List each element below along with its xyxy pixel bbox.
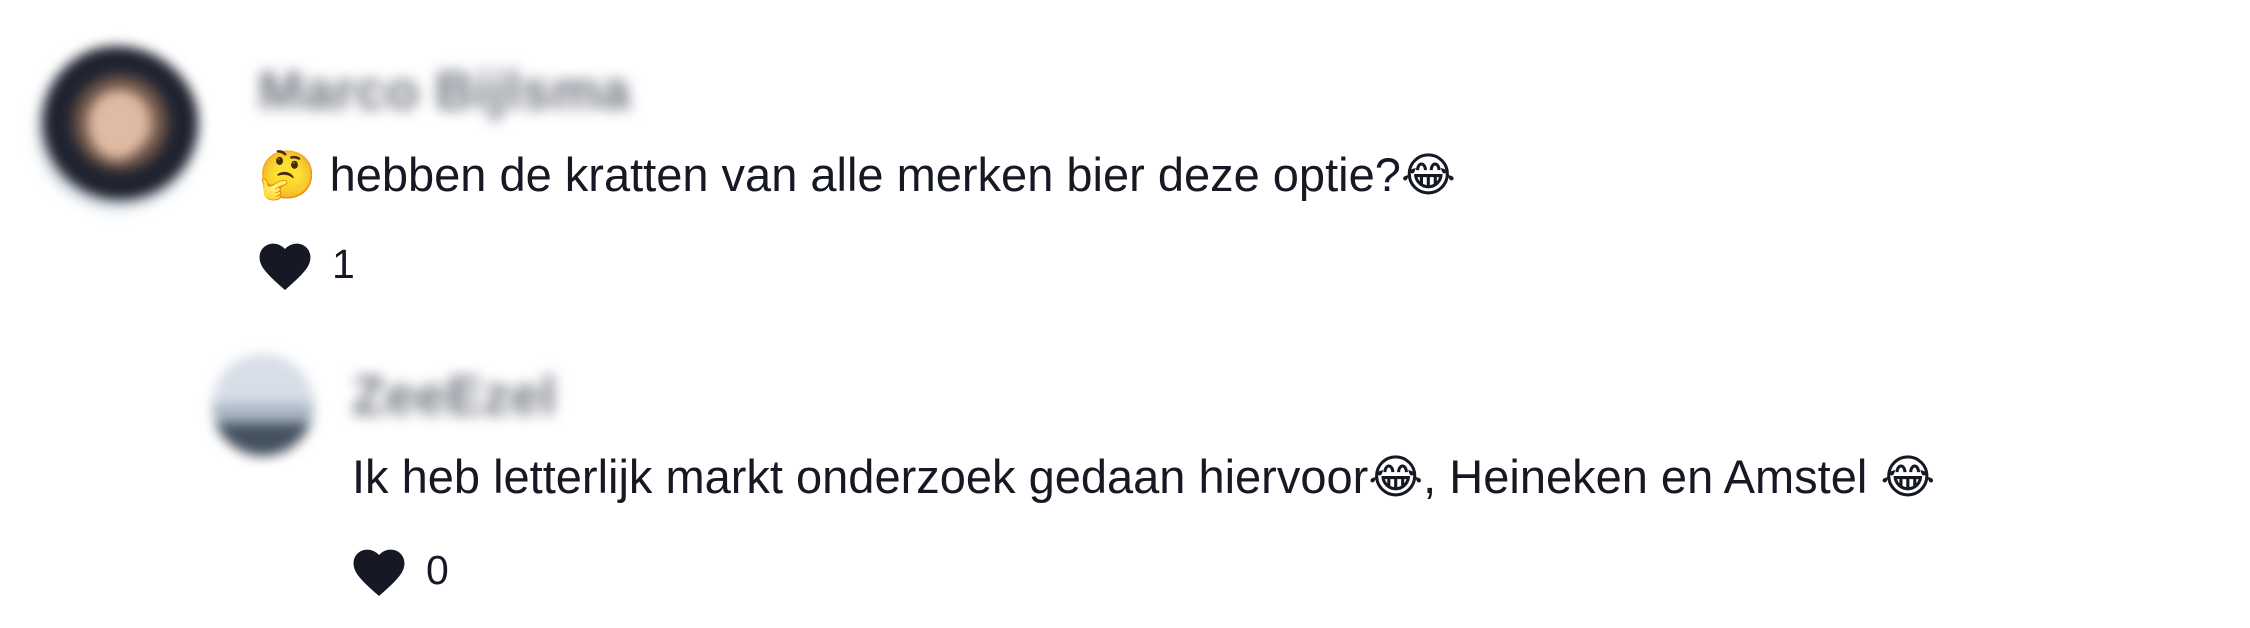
heart-icon[interactable] bbox=[254, 236, 316, 292]
comment-username[interactable]: Marco Bijlsma bbox=[258, 60, 631, 122]
like-count: 1 bbox=[332, 240, 355, 287]
reply-like-count: 0 bbox=[426, 546, 449, 593]
reply-username[interactable]: ZeeEzel bbox=[352, 365, 557, 427]
avatar[interactable] bbox=[34, 46, 200, 212]
comment-like-row: 1 bbox=[254, 236, 355, 292]
comment-text: 🤔 hebben de kratten van alle merken bier… bbox=[258, 148, 1456, 201]
heart-icon[interactable] bbox=[348, 542, 410, 598]
reply-avatar[interactable] bbox=[212, 354, 314, 456]
reply-like-row: 0 bbox=[348, 542, 449, 598]
reply-text: Ik heb letterlijk markt onderzoek gedaan… bbox=[352, 450, 1936, 503]
